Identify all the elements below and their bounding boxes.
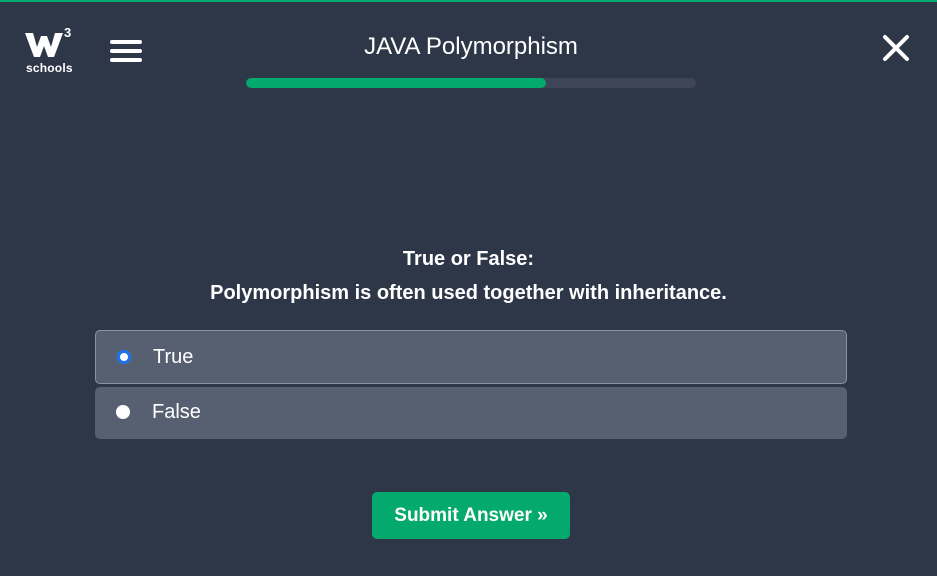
close-icon[interactable] [881,33,911,63]
progress-bar [246,78,696,88]
submit-answer-button[interactable]: Submit Answer » [372,492,570,539]
radio-true[interactable] [117,350,131,364]
option-false[interactable]: False [95,387,847,439]
hamburger-icon[interactable] [110,40,142,66]
top-accent-strip [0,0,937,2]
page-title: JAVA Polymorphism [364,33,578,60]
progress-fill [246,78,547,88]
radio-false[interactable] [116,405,130,419]
option-label-false: False [152,401,201,423]
question-line-2: Polymorphism is often used together with… [210,282,727,304]
w3schools-logo[interactable]: 3 schools [24,25,78,75]
option-label-true: True [153,346,194,368]
logo-text: schools [26,61,73,75]
logo-superscript: 3 [64,25,72,40]
option-true[interactable]: True [95,330,847,384]
question-line-1: True or False: [402,248,535,270]
question-text: True or False: Polymorphism is often use… [0,242,937,310]
logo-w-icon [25,33,63,57]
